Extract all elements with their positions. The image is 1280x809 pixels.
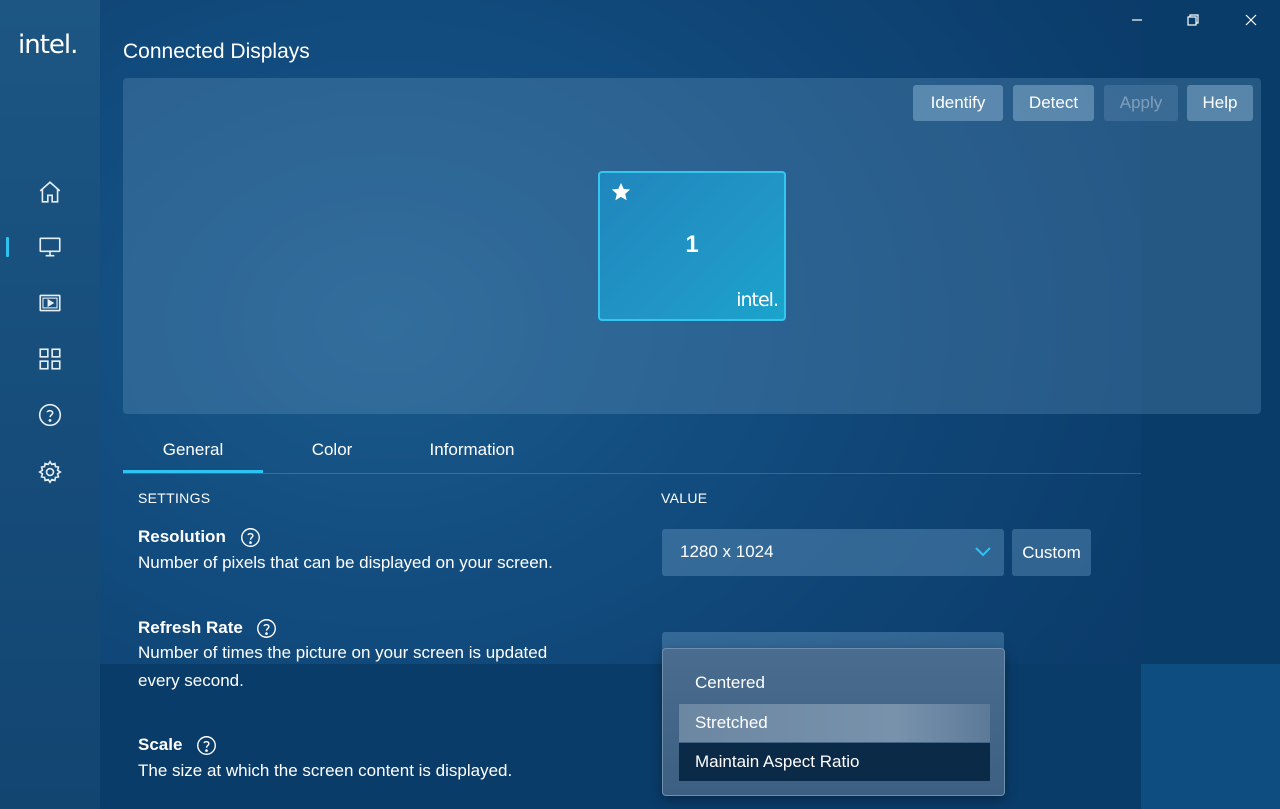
sidebar-item-display[interactable] bbox=[0, 227, 100, 267]
gear-icon bbox=[38, 460, 62, 484]
identify-button[interactable]: Identify bbox=[913, 85, 1003, 121]
video-icon bbox=[39, 294, 61, 312]
close-button[interactable] bbox=[1228, 5, 1274, 35]
close-icon bbox=[1245, 14, 1257, 26]
sidebar-item-home[interactable] bbox=[0, 172, 100, 212]
display-brand-logo: intel. bbox=[736, 289, 779, 311]
restore-icon bbox=[1187, 14, 1199, 26]
home-icon bbox=[39, 181, 61, 203]
help-button[interactable]: Help bbox=[1187, 85, 1253, 121]
display-number: 1 bbox=[685, 231, 699, 258]
dropdown-option-stretched[interactable]: Stretched bbox=[679, 704, 990, 742]
refresh-rate-help-icon[interactable] bbox=[256, 618, 277, 639]
tab-divider bbox=[123, 473, 1141, 474]
resolution-select[interactable]: 1280 x 1024 bbox=[662, 529, 1004, 576]
dropdown-option-maintain-aspect-ratio[interactable]: Maintain Aspect Ratio bbox=[679, 743, 990, 781]
grid-icon bbox=[39, 348, 61, 370]
refresh-rate-description-line1: Number of times the picture on your scre… bbox=[138, 643, 548, 662]
sidebar-item-apps[interactable] bbox=[0, 339, 100, 379]
minimize-icon bbox=[1132, 19, 1142, 21]
monitor-icon bbox=[39, 237, 61, 257]
scale-description: The size at which the screen content is … bbox=[138, 761, 513, 780]
sidebar-item-help[interactable] bbox=[0, 395, 100, 435]
sidebar-item-settings[interactable] bbox=[0, 452, 100, 492]
dropdown-option-centered[interactable]: Centered bbox=[679, 664, 990, 702]
question-icon bbox=[38, 403, 62, 427]
minimize-button[interactable] bbox=[1114, 5, 1160, 35]
resolution-description: Number of pixels that can be displayed o… bbox=[138, 553, 553, 572]
sidebar: intel. bbox=[0, 0, 100, 809]
restore-button[interactable] bbox=[1170, 5, 1216, 35]
refresh-rate-description-line2: every second. bbox=[138, 671, 244, 690]
chevron-down-icon bbox=[975, 547, 991, 557]
background-panel-corner bbox=[1141, 664, 1280, 809]
scale-help-icon[interactable] bbox=[196, 735, 217, 756]
scale-label: Scale bbox=[138, 735, 183, 754]
tab-general[interactable]: General bbox=[123, 426, 263, 473]
custom-resolution-button[interactable]: Custom bbox=[1012, 529, 1091, 576]
apply-button[interactable]: Apply bbox=[1104, 85, 1178, 121]
value-column-header: VALUE bbox=[661, 490, 708, 506]
intel-logo: intel. bbox=[18, 30, 78, 60]
sidebar-item-video[interactable] bbox=[0, 283, 100, 323]
resolution-value: 1280 x 1024 bbox=[680, 542, 774, 561]
settings-column-header: SETTINGS bbox=[138, 490, 211, 506]
display-1-tile[interactable]: 1 intel. bbox=[598, 171, 786, 321]
tab-information[interactable]: Information bbox=[410, 426, 534, 473]
refresh-rate-label: Refresh Rate bbox=[138, 618, 243, 637]
scale-dropdown-menu: Centered Stretched Maintain Aspect Ratio bbox=[662, 648, 1005, 796]
page-title: Connected Displays bbox=[123, 40, 310, 63]
resolution-label: Resolution bbox=[138, 527, 226, 546]
resolution-help-icon[interactable] bbox=[240, 527, 261, 548]
tab-color[interactable]: Color bbox=[283, 426, 381, 473]
detect-button[interactable]: Detect bbox=[1013, 85, 1094, 121]
star-icon bbox=[611, 182, 631, 201]
